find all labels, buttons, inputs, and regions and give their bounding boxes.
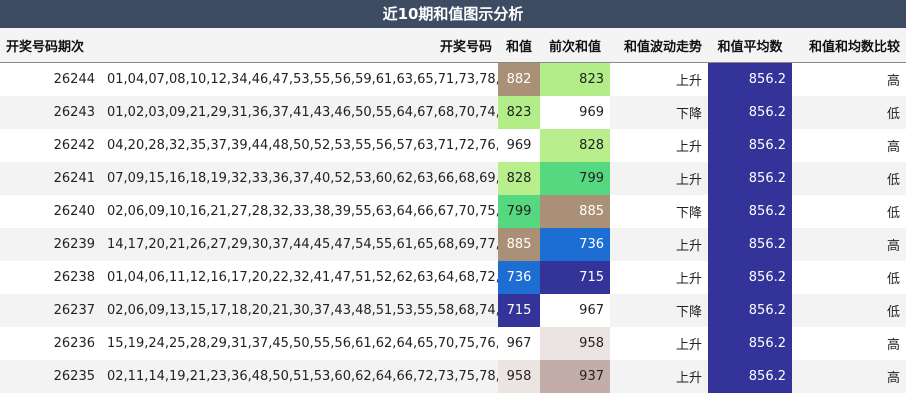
table-row: 26241 07,09,15,16,18,19,32,33,36,37,40,52… (0, 162, 906, 195)
prev-sum-cell: 799 (540, 162, 610, 195)
sum-cell: 715 (498, 294, 540, 327)
header-row: 开奖号码期次 开奖号码 和值 前次和值 和值波动走势 和值平均数 和值和均数比较 (0, 28, 906, 63)
numbers-cell: 01,04,07,08,10,12,34,46,47,53,55,56,59,6… (101, 62, 498, 96)
sum-cell: 823 (498, 96, 540, 129)
trend-cell: 上升 (610, 261, 708, 294)
table-row: 26242 04,20,28,32,35,37,39,44,48,50,52,53… (0, 129, 906, 162)
comparison-cell: 高 (792, 228, 906, 261)
sum-cell: 967 (498, 327, 540, 360)
col-header-numbers: 开奖号码 (101, 28, 498, 63)
sum-analysis-panel: 近10期和值图示分析 开奖号码期次 开奖号码 和值 前次和值 和值波动走势 和值… (0, 0, 906, 403)
table-body: 26244 01,04,07,08,10,12,34,46,47,53,55,56… (0, 62, 906, 393)
comparison-cell: 低 (792, 162, 906, 195)
trend-cell: 下降 (610, 96, 708, 129)
comparison-cell: 低 (792, 261, 906, 294)
prev-sum-cell: 828 (540, 129, 610, 162)
prev-sum-cell: 937 (540, 360, 610, 393)
period-cell: 26236 (0, 327, 101, 360)
prev-sum-cell: 715 (540, 261, 610, 294)
col-header-comparison: 和值和均数比较 (792, 28, 906, 63)
average-cell: 856.2 (708, 294, 792, 327)
comparison-cell: 高 (792, 360, 906, 393)
col-header-prev-sum: 前次和值 (540, 28, 610, 63)
numbers-cell: 04,20,28,32,35,37,39,44,48,50,52,53,55,5… (101, 129, 498, 162)
trend-cell: 下降 (610, 294, 708, 327)
comparison-cell: 低 (792, 294, 906, 327)
period-cell: 26241 (0, 162, 101, 195)
sum-cell: 736 (498, 261, 540, 294)
table-row: 26240 02,06,09,10,16,21,27,28,32,33,38,39… (0, 195, 906, 228)
table-row: 26236 15,19,24,25,28,29,31,37,45,50,55,56… (0, 327, 906, 360)
table-row: 26244 01,04,07,08,10,12,34,46,47,53,55,56… (0, 62, 906, 96)
table-row: 26235 02,11,14,19,21,23,36,48,50,51,53,60… (0, 360, 906, 393)
sum-cell: 958 (498, 360, 540, 393)
numbers-cell: 01,04,06,11,12,16,17,20,22,32,41,47,51,5… (101, 261, 498, 294)
trend-cell: 上升 (610, 228, 708, 261)
numbers-cell: 15,19,24,25,28,29,31,37,45,50,55,56,61,6… (101, 327, 498, 360)
col-header-average: 和值平均数 (708, 28, 792, 63)
trend-cell: 上升 (610, 162, 708, 195)
period-cell: 26244 (0, 62, 101, 96)
sum-cell: 969 (498, 129, 540, 162)
trend-cell: 上升 (610, 62, 708, 96)
numbers-cell: 07,09,15,16,18,19,32,33,36,37,40,52,53,6… (101, 162, 498, 195)
numbers-cell: 02,06,09,13,15,17,18,20,21,30,37,43,48,5… (101, 294, 498, 327)
period-cell: 26240 (0, 195, 101, 228)
table-row: 26238 01,04,06,11,12,16,17,20,22,32,41,47… (0, 261, 906, 294)
prev-sum-cell: 958 (540, 327, 610, 360)
sum-cell: 885 (498, 228, 540, 261)
average-cell: 856.2 (708, 162, 792, 195)
average-cell: 856.2 (708, 228, 792, 261)
comparison-cell: 高 (792, 129, 906, 162)
numbers-cell: 02,06,09,10,16,21,27,28,32,33,38,39,55,6… (101, 195, 498, 228)
prev-sum-cell: 885 (540, 195, 610, 228)
table-row: 26237 02,06,09,13,15,17,18,20,21,30,37,43… (0, 294, 906, 327)
comparison-cell: 低 (792, 96, 906, 129)
comparison-cell: 高 (792, 62, 906, 96)
trend-cell: 上升 (610, 327, 708, 360)
prev-sum-cell: 823 (540, 62, 610, 96)
average-cell: 856.2 (708, 96, 792, 129)
prev-sum-cell: 967 (540, 294, 610, 327)
period-cell: 26243 (0, 96, 101, 129)
table-title: 近10期和值图示分析 (0, 0, 906, 28)
sum-analysis-table: 开奖号码期次 开奖号码 和值 前次和值 和值波动走势 和值平均数 和值和均数比较… (0, 28, 906, 393)
prev-sum-cell: 736 (540, 228, 610, 261)
prev-sum-cell: 969 (540, 96, 610, 129)
table-row: 26243 01,02,03,09,21,29,31,36,37,41,43,46… (0, 96, 906, 129)
col-header-sum: 和值 (498, 28, 540, 63)
period-cell: 26237 (0, 294, 101, 327)
average-cell: 856.2 (708, 62, 792, 96)
comparison-cell: 低 (792, 195, 906, 228)
trend-cell: 上升 (610, 129, 708, 162)
average-cell: 856.2 (708, 129, 792, 162)
numbers-cell: 02,11,14,19,21,23,36,48,50,51,53,60,62,6… (101, 360, 498, 393)
numbers-cell: 14,17,20,21,26,27,29,30,37,44,45,47,54,5… (101, 228, 498, 261)
trend-cell: 下降 (610, 195, 708, 228)
average-cell: 856.2 (708, 360, 792, 393)
comparison-cell: 高 (792, 327, 906, 360)
period-cell: 26238 (0, 261, 101, 294)
average-cell: 856.2 (708, 195, 792, 228)
average-cell: 856.2 (708, 327, 792, 360)
col-header-period: 开奖号码期次 (0, 28, 101, 63)
period-cell: 26242 (0, 129, 101, 162)
period-cell: 26239 (0, 228, 101, 261)
trend-cell: 上升 (610, 360, 708, 393)
sum-cell: 882 (498, 62, 540, 96)
sum-cell: 828 (498, 162, 540, 195)
average-cell: 856.2 (708, 261, 792, 294)
table-row: 26239 14,17,20,21,26,27,29,30,37,44,45,47… (0, 228, 906, 261)
period-cell: 26235 (0, 360, 101, 393)
numbers-cell: 01,02,03,09,21,29,31,36,37,41,43,46,50,5… (101, 96, 498, 129)
col-header-trend: 和值波动走势 (610, 28, 708, 63)
sum-cell: 799 (498, 195, 540, 228)
